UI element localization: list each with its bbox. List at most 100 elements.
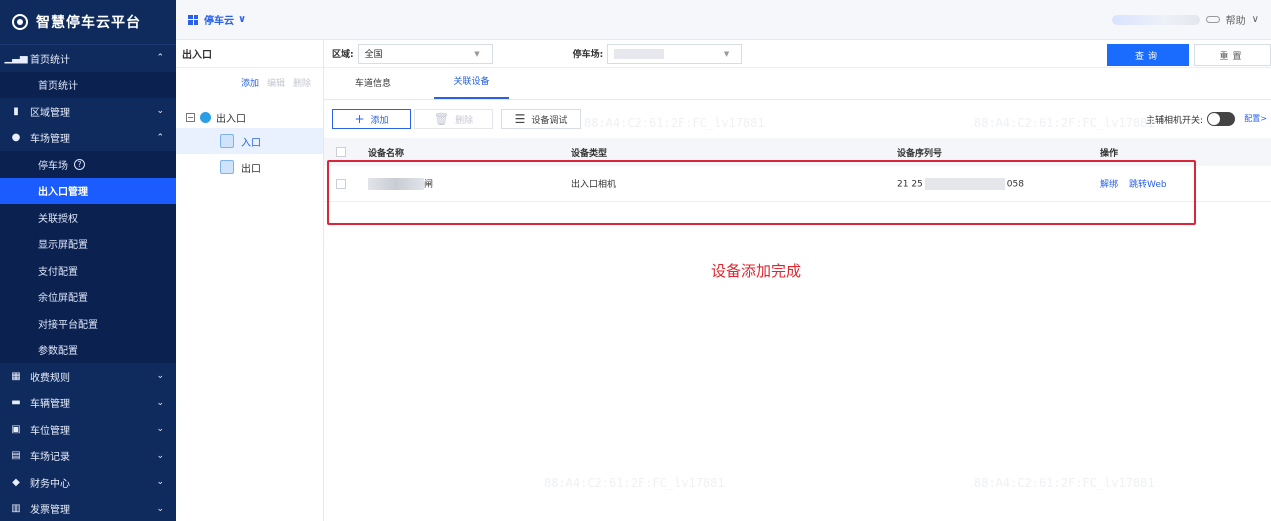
menu-group-finance[interactable]: ◆ 财务中心 ⌄	[0, 469, 176, 496]
tree-add-link[interactable]: 添加	[241, 76, 259, 89]
platform-logo-icon	[12, 14, 28, 30]
col-actions: 操作	[1100, 148, 1119, 159]
col-device-type: 设备类型	[571, 148, 608, 159]
chevron-down-icon: ⌄	[156, 503, 164, 514]
device-debug-button[interactable]: ☰ 设备调试	[501, 109, 581, 129]
tree-node-label: 入口	[241, 137, 261, 149]
app-switcher[interactable]: 停车云 ∨	[188, 12, 246, 27]
chevron-down-icon: ⌄	[156, 477, 164, 488]
parking-lot-value-redacted	[614, 48, 665, 59]
detail-tabs: 车道信息 关联设备	[324, 68, 1271, 100]
menu-group-vehicles[interactable]: ▬ 车辆管理 ⌄	[0, 390, 176, 417]
map-icon: ▮	[13, 105, 19, 117]
select-all-checkbox[interactable]	[336, 147, 346, 157]
col-device-name: 设备名称	[368, 148, 405, 159]
highlight-box	[327, 160, 1196, 225]
tree-actions: 添加 编辑 删除	[176, 68, 323, 96]
menu-group-area[interactable]: ▮ 区域管理 ⌄	[0, 98, 176, 125]
menu-group-label: 车辆管理	[30, 399, 70, 411]
menu-group-label: 区域管理	[30, 107, 70, 119]
plus-icon: +	[354, 112, 365, 126]
sidebar-item-label: 停车场	[38, 160, 68, 172]
area-label: 区域:	[332, 50, 354, 60]
debug-label: 设备调试	[531, 115, 568, 126]
tree-node-label: 出口	[241, 163, 261, 175]
chevron-down-icon: ⌄	[156, 397, 164, 408]
reset-button[interactable]: 重置	[1194, 44, 1271, 66]
help-icon[interactable]: ?	[74, 158, 85, 170]
area-select[interactable]: 全国 ▼	[357, 43, 493, 64]
top-bar-right: 帮助 ∨	[1111, 12, 1259, 27]
menu-group-home-stats[interactable]: ▁▃▅ 首页统计 ⌃	[0, 45, 176, 72]
chevron-up-icon: ⌃	[156, 53, 164, 64]
menu-group-label: 车场管理	[30, 134, 70, 146]
main-content: 区域: 全国 ▼ 停车场: ▼ 查询 重置 车道信息 关联设备 + 添加 🗑 删…	[324, 40, 1271, 521]
bar-chart-icon: ▁▃▅	[4, 52, 28, 64]
lane-icon	[220, 160, 234, 174]
menu-group-label: 车位管理	[30, 425, 70, 437]
menu-group-label: 收费规则	[30, 372, 70, 384]
delete-device-button[interactable]: 🗑 删除	[414, 109, 493, 129]
globe-icon	[200, 111, 211, 123]
sidebar-item-params-config[interactable]: 参数配置	[0, 337, 176, 364]
delete-label: 删除	[455, 115, 474, 126]
sidebar-item-space-screen-config[interactable]: 余位屏配置	[0, 284, 176, 311]
sidebar-item-payment-config[interactable]: 支付配置	[0, 257, 176, 284]
col-serial: 设备序列号	[897, 148, 943, 159]
invoice-icon: ▥	[11, 503, 21, 515]
main-aux-camera-toggle[interactable]	[1207, 112, 1235, 126]
help-menu[interactable]: 帮助	[1226, 12, 1246, 27]
watermark: 88:A4:C2:61:2F:FC_lv17881	[544, 476, 725, 490]
chevron-down-icon: ∨	[1251, 14, 1259, 25]
top-bar: 停车云 ∨ 帮助 ∨	[176, 0, 1271, 40]
tree-node-entrance[interactable]: 入口	[176, 128, 323, 154]
calendar-icon: ▦	[11, 370, 21, 382]
tab-linked-devices[interactable]: 关联设备	[434, 74, 509, 99]
collapse-icon[interactable]: −	[186, 112, 195, 122]
tab-lane-info[interactable]: 车道信息	[355, 76, 391, 99]
tree-root[interactable]: − 出入口	[176, 106, 323, 128]
config-link[interactable]: 配置>	[1244, 113, 1267, 124]
query-button[interactable]: 查询	[1107, 44, 1189, 66]
app-grid-icon	[188, 14, 198, 25]
menu-group-label: 车场记录	[30, 452, 70, 464]
parking-lot-label: 停车场:	[572, 50, 604, 60]
sliders-icon: ☰	[514, 112, 526, 126]
sidebar-item-platform-config[interactable]: 对接平台配置	[0, 310, 176, 337]
menu-group-parking[interactable]: ● 车场管理 ⌃	[0, 125, 176, 152]
user-avatar[interactable]	[1111, 14, 1200, 25]
caret-down-icon: ▼	[723, 49, 730, 58]
sidebar-item-linked-auth[interactable]: 关联授权	[0, 204, 176, 231]
annotation-text: 设备添加完成	[711, 262, 802, 280]
app-name: 停车云	[204, 16, 234, 27]
watermark: 88:A4:C2:61:2F:FC_lv17881	[974, 476, 1155, 490]
menu-group-label: 发票管理	[30, 505, 70, 517]
chevron-down-icon: ⌄	[156, 371, 164, 382]
menu-group-fee-rules[interactable]: ▦ 收费规则 ⌄	[0, 363, 176, 390]
lane-icon	[220, 134, 234, 148]
sidebar-item-display-config[interactable]: 显示屏配置	[0, 231, 176, 258]
sidebar-item-home-stats[interactable]: 首页统计	[0, 72, 176, 99]
sidebar: 智慧停车云平台 ▁▃▅ 首页统计 ⌃ 首页统计 ▮ 区域管理 ⌄ ● 车场管理 …	[0, 0, 176, 521]
add-label: 添加	[370, 115, 389, 126]
chevron-down-icon: ∨	[238, 14, 247, 25]
tree-node-exit[interactable]: 出口	[176, 154, 323, 180]
sidebar-item-parking-lot[interactable]: 停车场 ?	[0, 151, 176, 178]
tree-edit-link[interactable]: 编辑	[267, 76, 285, 89]
add-device-button[interactable]: + 添加	[332, 109, 411, 129]
entrance-tree-panel: 出入口 添加 编辑 删除 − 出入口 入口 出口	[176, 40, 324, 521]
parking-lot-select[interactable]: ▼	[607, 43, 743, 64]
sidebar-item-entrance-management[interactable]: 出入口管理	[0, 177, 176, 204]
watermark: 88:A4:C2:61:2F:FC_lv17881	[974, 116, 1155, 130]
chevron-up-icon: ⌃	[156, 132, 164, 143]
menu-group-records[interactable]: ▤ 车场记录 ⌄	[0, 443, 176, 470]
car-icon: ▬	[11, 397, 21, 409]
chevron-down-icon: ⌄	[156, 106, 164, 117]
tree-delete-link[interactable]: 删除	[293, 76, 311, 89]
menu-group-invoice[interactable]: ▥ 发票管理 ⌄	[0, 496, 176, 521]
record-icon: ▤	[11, 450, 21, 462]
entrance-tree: − 出入口 入口 出口	[176, 96, 323, 180]
submenu-parking: 停车场 ? 出入口管理 关联授权 显示屏配置 支付配置 余位屏配置 对接平台配置…	[0, 151, 176, 363]
menu-group-spaces[interactable]: ▣ 车位管理 ⌄	[0, 416, 176, 443]
filter-bar: 区域: 全国 ▼ 停车场: ▼ 查询 重置	[324, 40, 1271, 68]
